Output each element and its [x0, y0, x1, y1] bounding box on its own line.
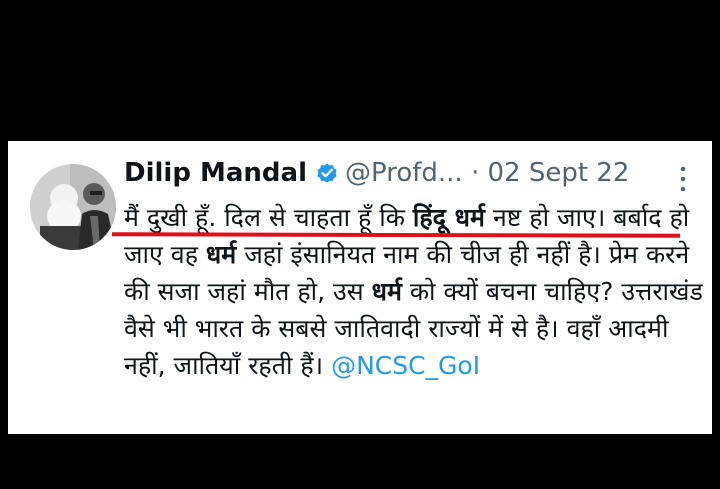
tweet-header: Dilip Mandal @Profd... · 02 Sept 22 [124, 155, 629, 195]
author-name[interactable]: Dilip Mandal [124, 158, 307, 188]
author-handle[interactable]: @Profd... [345, 158, 463, 188]
bold-word-dharma-2: धर्म [371, 277, 402, 306]
bold-phrase-hindu-dharma: हिंदू धर्म [412, 203, 485, 232]
bold-word-dharma: धर्म [205, 240, 237, 269]
avatar[interactable] [30, 164, 116, 250]
verified-badge-icon [315, 159, 339, 195]
tweet-text: मैं दुखी हूँ. दिल से चाहता हूँ कि हिंदू … [124, 203, 703, 380]
avatar-image [30, 164, 116, 250]
mention-link[interactable]: @NCSC_GoI [331, 351, 480, 380]
more-options-icon[interactable] [672, 163, 694, 195]
tweet-date[interactable]: 02 Sept 22 [487, 158, 629, 188]
tweet-card[interactable]: Dilip Mandal @Profd... · 02 Sept 22 मैं द… [8, 141, 712, 434]
meta-separator: · [470, 158, 480, 188]
